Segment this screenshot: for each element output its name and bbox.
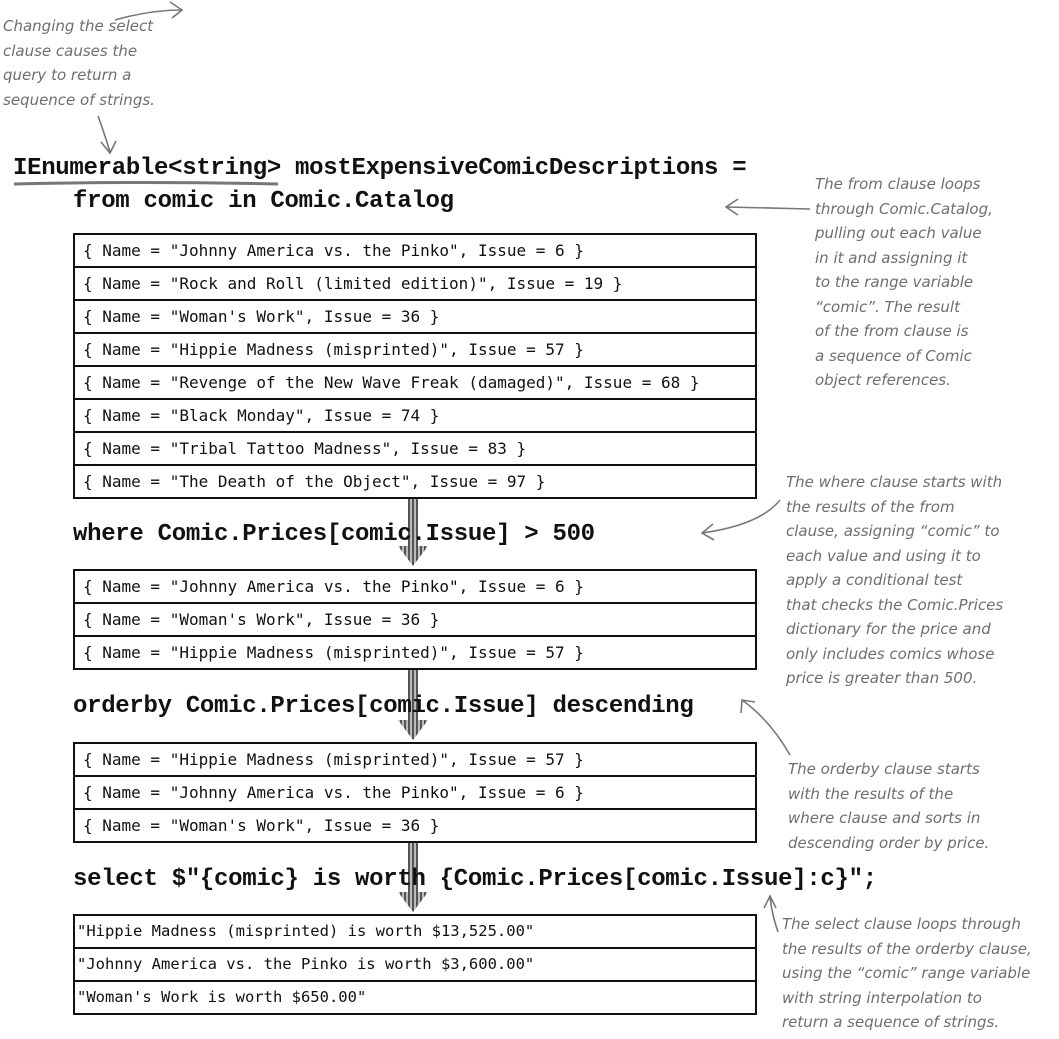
select-clause: select $"{comic} is worth {Comic.Prices[… <box>73 866 877 893</box>
return-type: IEnumerable<string> <box>13 155 281 182</box>
table-row: { Name = "Hippie Madness (misprinted)", … <box>75 744 755 777</box>
table-row: { Name = "Johnny America vs. the Pinko",… <box>75 571 755 604</box>
table-row: { Name = "Johnny America vs. the Pinko",… <box>75 235 755 268</box>
from-clause: from comic in Comic.Catalog <box>73 188 454 215</box>
arrow-icon <box>700 499 781 541</box>
table-row: { Name = "Woman's Work", Issue = 36 } <box>75 301 755 334</box>
table-row: { Name = "Black Monday", Issue = 74 } <box>75 400 755 433</box>
underline-mark <box>13 181 279 186</box>
select-results-table: "Hippie Madness (misprinted) is worth $1… <box>73 914 757 1015</box>
table-row: { Name = "Hippie Madness (misprinted)", … <box>83 643 584 662</box>
note-from-clause: The from clause loops through Comic.Cata… <box>815 175 993 389</box>
from-results-table: { Name = "Johnny America vs. the Pinko",… <box>73 233 757 499</box>
orderby-results-table: { Name = "Hippie Madness (misprinted)", … <box>73 742 757 843</box>
arrow-icon <box>763 894 779 933</box>
arrow-icon <box>724 198 811 216</box>
table-row: { Name = "The Death of the Object", Issu… <box>83 472 546 491</box>
table-row: { Name = "Hippie Madness (misprinted)", … <box>75 334 755 367</box>
table-row: { Name = "Tribal Tattoo Madness", Issue … <box>75 433 755 466</box>
table-row: "Johnny America vs. the Pinko is worth $… <box>75 949 755 982</box>
table-row: { Name = "Johnny America vs. the Pinko",… <box>75 777 755 810</box>
orderby-clause: orderby Comic.Prices[comic.Issue] descen… <box>73 693 694 720</box>
where-clause: where Comic.Prices[comic.Issue] > 500 <box>73 521 595 548</box>
where-results-table: { Name = "Johnny America vs. the Pinko",… <box>73 569 757 670</box>
note-select-clause: The select clause loops through the resu… <box>782 915 1032 1031</box>
table-row: { Name = "Woman's Work", Issue = 36 } <box>75 604 755 637</box>
variable-name: mostExpensiveComicDescriptions = <box>280 155 747 182</box>
arrow-icon <box>97 115 117 155</box>
table-row: { Name = "Revenge of the New Wave Freak … <box>75 367 755 400</box>
table-row: "Hippie Madness (misprinted) is worth $1… <box>75 916 755 949</box>
table-row: "Woman's Work is worth $650.00" <box>77 988 367 1006</box>
note-where-clause: The where clause starts with the results… <box>786 473 1004 687</box>
query-declaration: IEnumerable<string> mostExpensiveComicDe… <box>13 155 747 182</box>
note-orderby-clause: The orderby clause starts with the resul… <box>788 760 990 852</box>
table-row: { Name = "Rock and Roll (limited edition… <box>75 268 755 301</box>
table-row: { Name = "Woman's Work", Issue = 36 } <box>83 816 440 835</box>
note-select-change: Changing the select clause causes the qu… <box>3 17 155 109</box>
